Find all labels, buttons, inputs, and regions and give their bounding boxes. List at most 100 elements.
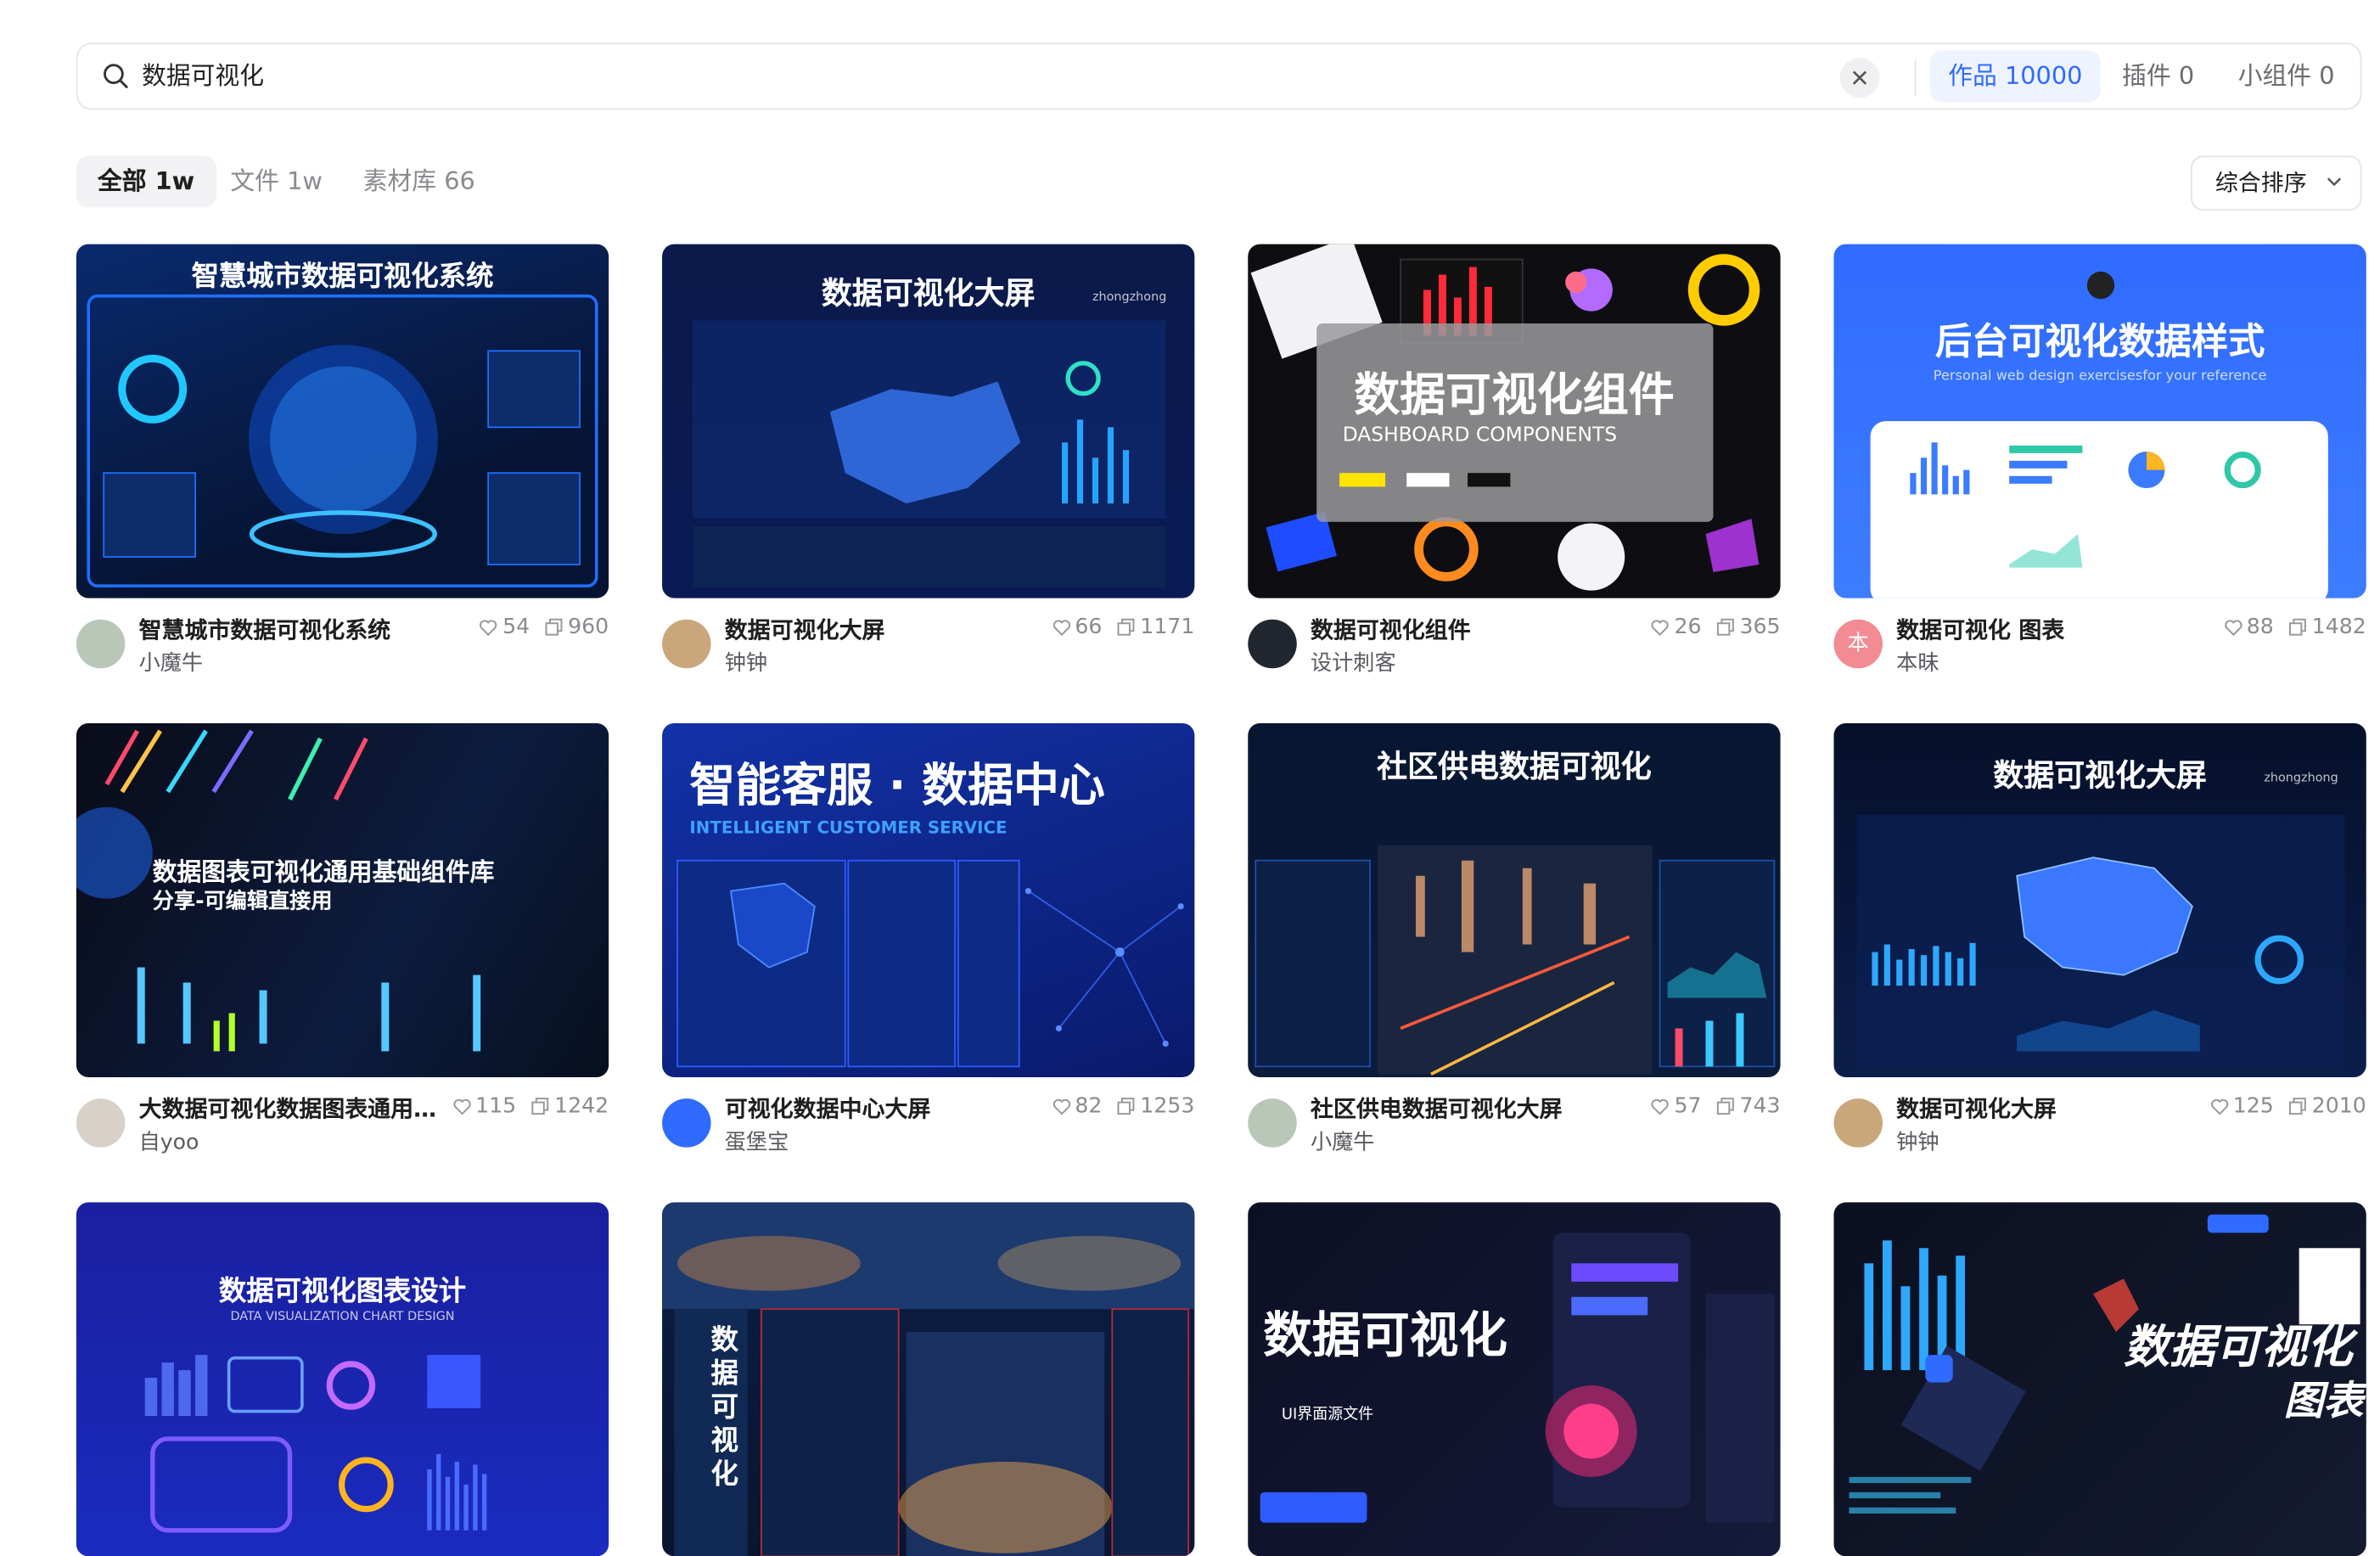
card-thumbnail[interactable]: 后台可视化数据样式 Personal web design exercisesf… [1833,244,2366,598]
thumbnail-title: 数据可视化 [1263,1306,1507,1364]
thumbnail-subtitle: DATA VISUALIZATION CHART DESIGN [230,1309,455,1323]
avatar-letter: 本 [1847,632,1869,656]
card-stats: 115 1242 [452,1093,609,1119]
card-title[interactable]: 数据可视化组件 [1311,614,1471,646]
thumbnail-title: 后台可视化数据样式 [1935,320,2265,363]
card-thumbnail[interactable]: 数据可视化 图表 [1833,1202,2366,1556]
thumbnail-title: 智能客服 · 数据中心 [689,760,1105,814]
thumbnail-title: 数据可视化 [710,1324,738,1491]
copy-icon [2289,618,2307,636]
like-count: 115 [475,1093,517,1119]
card-thumbnail[interactable]: 数据可视化大屏 zhongzhong [662,244,1195,598]
copy-icon [531,1098,549,1115]
thumbnail-subtitle: DASHBOARD COMPONENTS [1342,424,1618,447]
copy-count: 1253 [1140,1093,1195,1119]
tab-works[interactable]: 作品 10000 [1929,50,2102,103]
card-thumbnail[interactable]: 社区供电数据可视化 [1248,722,1781,1077]
heart-icon [1652,619,1670,636]
card-stats: 125 2010 [2210,1093,2366,1119]
avatar[interactable] [76,619,126,669]
card-thumbnail[interactable]: 数据可视化 [662,1202,1195,1556]
card-title[interactable]: 社区供电数据可视化大屏 [1311,1093,1563,1125]
copy-count: 2010 [2311,1093,2366,1119]
copy-icon [1118,618,1136,636]
heart-icon [2210,1098,2228,1115]
like-count: 57 [1674,1093,1702,1119]
sort-label: 综合排序 [2214,169,2307,197]
copy-icon [1717,1098,1735,1115]
heart-icon [1052,1098,1070,1115]
clear-search-button[interactable] [1839,58,1880,98]
card-stats: 82 1253 [1052,1093,1195,1119]
card-thumbnail[interactable]: 智能客服 · 数据中心 INTELLIGENT CUSTOMER SERVICE [662,722,1195,1077]
heart-icon [1052,619,1070,636]
avatar[interactable]: 本 [1833,619,1883,669]
like-count: 82 [1075,1093,1103,1119]
copy-icon [1118,1098,1136,1115]
search-input[interactable]: 数据可视化 [142,57,264,97]
divider [1914,59,1917,97]
heart-icon [1652,1098,1670,1115]
thumbnail-title: 数据图表可视化通用基础组件库 [152,857,495,887]
card-stats: 54 960 [480,615,609,639]
card-author[interactable]: 小魔牛 [1311,1126,1374,1156]
like-count: 66 [1075,615,1103,640]
card-thumbnail[interactable]: 数据图表可视化通用基础组件库 分享-可编辑直接用 [76,722,609,1077]
filter-files[interactable]: 文件 1w [209,155,344,207]
sort-dropdown[interactable]: 综合排序 [2191,155,2362,211]
avatar[interactable] [662,619,711,669]
copy-icon [545,618,563,636]
close-icon [1852,70,1867,85]
card-thumbnail[interactable]: 数据可视化大屏 zhongzhong [1833,722,2366,1077]
card-thumbnail[interactable]: 数据可视化 UI界面源文件 [1248,1202,1781,1556]
card-author[interactable]: 自yoo [139,1126,199,1156]
card-author[interactable]: 本昧 [1896,647,1939,677]
card-author[interactable]: 小魔牛 [139,647,203,677]
card-title[interactable]: 数据可视化 图表 [1896,614,2064,646]
copy-icon [2289,1098,2307,1115]
card-stats: 88 1482 [2224,615,2366,639]
avatar[interactable] [1833,1098,1883,1148]
tab-widgets[interactable]: 小组件 0 [2220,50,2353,102]
card-author[interactable]: 蛋堡宝 [725,1126,789,1156]
thumbnail-subtitle: INTELLIGENT CUSTOMER SERVICE [689,817,1008,838]
copy-count: 1242 [554,1093,609,1119]
card-title[interactable]: 大数据可视化数据图表通用基础组件库 [139,1093,452,1125]
heart-icon [452,1098,471,1115]
card-thumbnail[interactable]: 数据可视化图表设计 DATA VISUALIZATION CHART DESIG… [76,1202,609,1556]
card-stats: 57 743 [1652,1093,1781,1119]
search-bar: 数据可视化 作品 10000 插件 0 小组件 0 [76,42,2362,110]
filter-assets[interactable]: 素材库 66 [342,155,497,207]
thumbnail-subtitle: 图表 [2283,1379,2364,1425]
copy-icon [1717,618,1735,636]
card-author[interactable]: 钟钟 [1896,1126,1939,1156]
thumbnail-title: 智慧城市数据可视化系统 [191,261,494,294]
card-thumbnail[interactable]: 智慧城市数据可视化系统 [76,244,609,598]
thumbnail-subtitle: Personal web design exercisesfor your re… [1933,368,2267,385]
avatar[interactable] [76,1098,126,1148]
card-title[interactable]: 智慧城市数据可视化系统 [139,614,391,646]
card-title[interactable]: 数据可视化大屏 [1896,1093,2057,1125]
avatar[interactable] [662,1098,711,1148]
card-title[interactable]: 可视化数据中心大屏 [725,1093,931,1125]
chevron-down-icon [2327,177,2342,187]
card-author[interactable]: 设计刺客 [1311,647,1396,677]
avatar[interactable] [1248,1098,1297,1148]
card-author[interactable]: 钟钟 [725,647,767,677]
heart-icon [2224,619,2242,636]
filter-all[interactable]: 全部 1w [76,155,216,208]
thumbnail-title: 社区供电数据可视化 [1377,747,1652,784]
avatar[interactable] [1248,619,1297,669]
page: 数据可视化 作品 10000 插件 0 小组件 0 全部 1w 文件 1w 素材… [0,0,2380,1556]
card-stats: 26 365 [1652,615,1781,639]
copy-count: 960 [568,615,609,640]
thumbnail-art [1870,271,2328,598]
thumbnail-art [1260,1233,1775,1523]
copy-count: 1171 [1140,615,1195,640]
like-count: 88 [2246,615,2274,640]
thumbnail-art [144,1355,487,1533]
tab-plugins[interactable]: 插件 0 [2104,50,2213,102]
thumbnail-title: 数据可视化 [2123,1321,2353,1375]
card-thumbnail[interactable]: 数据可视化组件 DASHBOARD COMPONENTS [1248,244,1781,598]
card-title[interactable]: 数据可视化大屏 [725,614,885,646]
